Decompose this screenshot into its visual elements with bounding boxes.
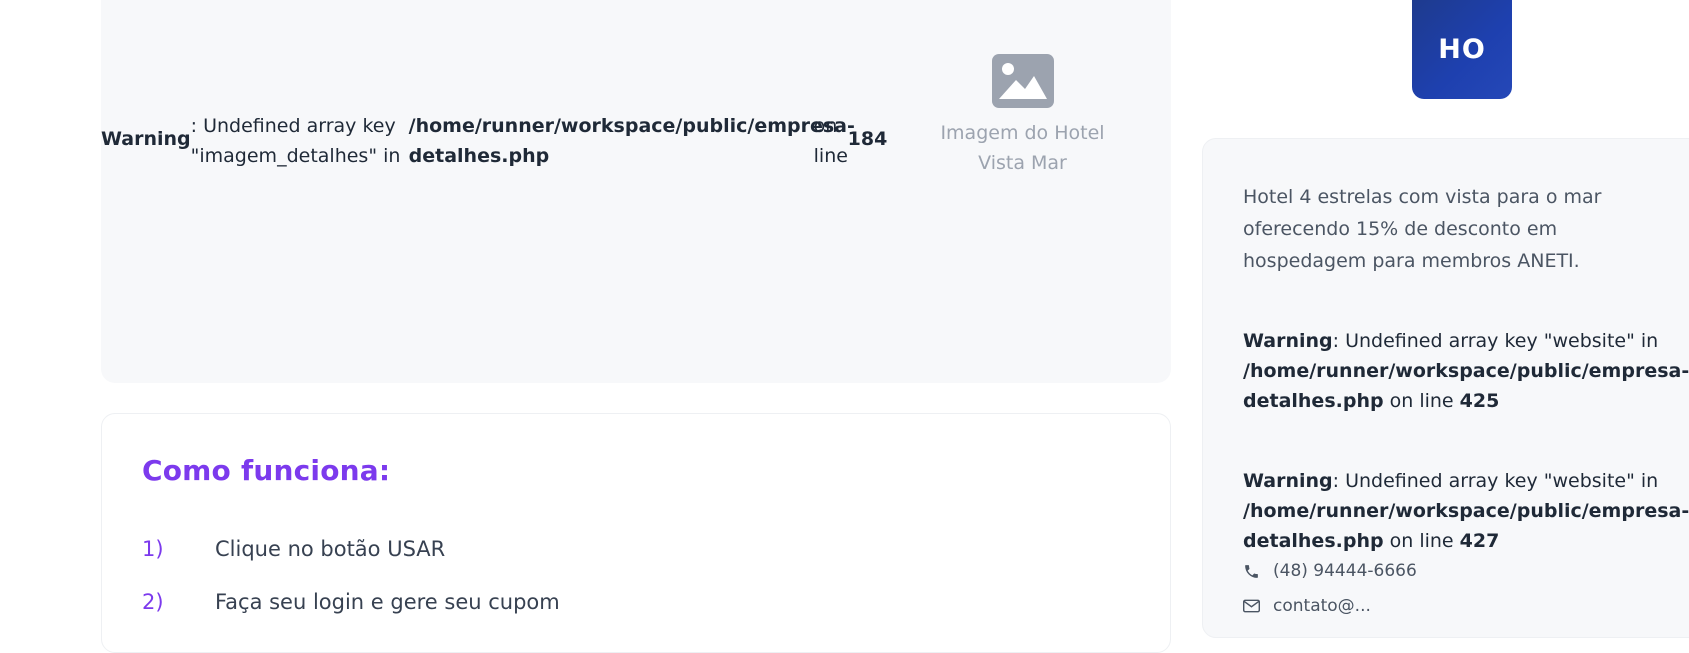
step-number: 1) [142, 536, 164, 561]
list-item: 2) Faça seu login e gere seu cupom [142, 575, 560, 628]
email-address: contato@... [1273, 596, 1371, 616]
warning-label: Warning [1243, 470, 1333, 492]
step-number: 2) [142, 589, 164, 614]
warning-line-number: 425 [1459, 390, 1500, 412]
php-warning-inline: Warning : Undefined array key "imagem_de… [101, 111, 887, 171]
warning-on-line: on line [1383, 390, 1460, 412]
warning-message: : Undefined array key "website" in [1332, 470, 1659, 492]
company-logo: HO [1412, 0, 1512, 99]
warning-on-line: on line [1383, 530, 1460, 552]
phone-icon [1243, 563, 1273, 580]
company-info-panel: Hotel 4 estrelas com vista para o mar of… [1202, 138, 1689, 638]
how-it-works-card: Como funciona: 1) Clique no botão USAR 2… [101, 413, 1171, 653]
contact-phone[interactable]: (48) 94444-6666 [1243, 561, 1417, 581]
how-it-works-title: Como funciona: [142, 454, 391, 487]
warning-label: Warning [1243, 330, 1333, 352]
image-placeholder: Imagem do Hotel Vista Mar [940, 54, 1105, 178]
warning-label: Warning [101, 128, 191, 150]
warning-message: : Undefined array key "imagem_detalhes" … [190, 115, 401, 167]
image-icon [940, 54, 1105, 108]
steps-list: 1) Clique no botão USAR 2) Faça seu logi… [142, 522, 560, 628]
warning-line-number: 184 [847, 128, 888, 150]
envelope-icon [1243, 599, 1273, 613]
step-text: Faça seu login e gere seu cupom [215, 589, 560, 614]
warning-path: /home/runner/workspace/public/empresa-de… [408, 115, 855, 167]
company-description: Hotel 4 estrelas com vista para o mar of… [1243, 186, 1602, 272]
warning-on-line: on line [813, 115, 848, 167]
image-alt-text: Imagem do Hotel Vista Mar [940, 122, 1105, 174]
warning-message: : Undefined array key "website" in [1332, 330, 1659, 352]
contact-email[interactable]: contato@... [1243, 596, 1371, 616]
php-warning: Warning: Undefined array key "website" i… [1243, 466, 1689, 556]
warning-line-number: 427 [1459, 530, 1500, 552]
phone-number: (48) 94444-6666 [1273, 561, 1417, 581]
php-warning: Warning: Undefined array key "website" i… [1243, 326, 1689, 416]
list-item: 1) Clique no botão USAR [142, 522, 560, 575]
step-text: Clique no botão USAR [215, 536, 446, 561]
